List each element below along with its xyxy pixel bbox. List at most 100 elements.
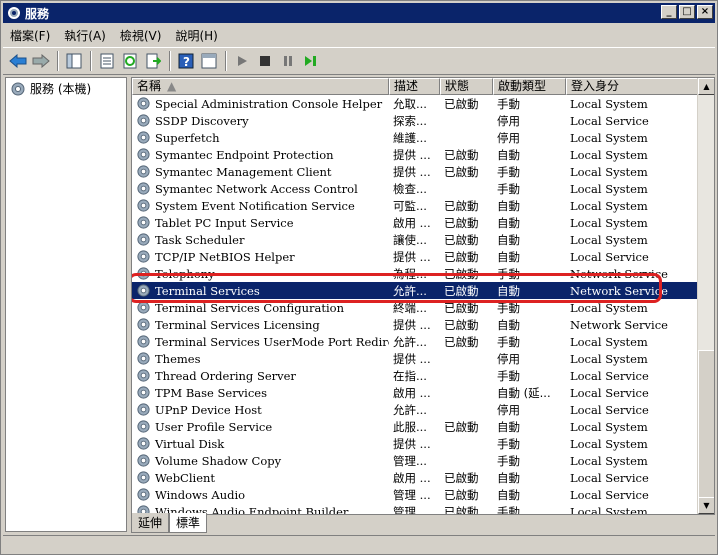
- scroll-up-button[interactable]: ▲: [698, 78, 714, 95]
- service-description: 啟用 ...: [393, 215, 431, 230]
- service-startup-type: 自動: [497, 249, 520, 264]
- start-icon: [238, 56, 247, 66]
- service-description: 提供 ...: [393, 436, 431, 451]
- service-row[interactable]: TPM Base Services 啟用 ... 自動 (延... Local Ser…: [132, 384, 698, 401]
- service-startup-type: 自動: [497, 232, 520, 247]
- properties-button[interactable]: [96, 50, 118, 72]
- service-row[interactable]: Symantec Network Access Control 檢查... 手動 Lo…: [132, 180, 698, 197]
- restart-button[interactable]: [300, 50, 322, 72]
- pause-button[interactable]: [277, 50, 299, 72]
- minimize-button[interactable]: _: [661, 5, 677, 19]
- help-button[interactable]: ?: [175, 50, 197, 72]
- close-button[interactable]: ×: [697, 5, 713, 19]
- service-row[interactable]: WebClient 啟用 ... 已啟動 自動 Local Service: [132, 469, 698, 486]
- service-row[interactable]: Tablet PC Input Service 啟用 ... 已啟動 自動 Local …: [132, 214, 698, 231]
- service-name-cell: Thread Ordering Server: [132, 368, 389, 383]
- service-row[interactable]: Symantec Management Client 提供 ... 已啟動 手動 Loc…: [132, 163, 698, 180]
- service-row[interactable]: Terminal Services 允許... 已啟動 自動 Network Servi…: [132, 282, 698, 299]
- service-gear-icon: [137, 114, 150, 127]
- service-row[interactable]: Windows Audio 管理 ... 已啟動 自動 Local Service: [132, 486, 698, 503]
- service-row[interactable]: SSDP Discovery 探索... 停用 Local Service: [132, 112, 698, 129]
- service-gear-icon: [137, 284, 150, 297]
- service-row[interactable]: Superfetch 維護... 停用 Local System: [132, 129, 698, 146]
- show-hide-tree-button[interactable]: [63, 50, 85, 72]
- service-row[interactable]: Terminal Services UserMode Port Redirect…: [132, 333, 698, 350]
- service-row[interactable]: Symantec Endpoint Protection 提供 ... 已啟動 自動 L…: [132, 146, 698, 163]
- service-gear-icon: [137, 420, 150, 433]
- services-gear-icon: [8, 7, 20, 19]
- column-header-description[interactable]: 描述: [389, 78, 440, 95]
- service-row[interactable]: User Profile Service 此服... 已啟動 自動 Local Syst…: [132, 418, 698, 435]
- service-log-on-as: Local System: [570, 198, 648, 213]
- service-row[interactable]: Themes 提供 ... 停用 Local System: [132, 350, 698, 367]
- service-startup-type: 停用: [497, 130, 520, 145]
- maximize-button[interactable]: □: [679, 5, 695, 19]
- column-header-log-on-as[interactable]: 登入身分: [566, 78, 698, 95]
- stop-button[interactable]: [254, 50, 276, 72]
- service-gear-icon: [137, 352, 150, 365]
- services-list: 名稱 ▲ 描述 狀態 啟動類型 登入身分 Special Administrati…: [131, 77, 715, 515]
- toolbar-separator: [169, 51, 171, 71]
- service-name-cell: TCP/IP NetBIOS Helper: [132, 249, 389, 264]
- service-log-on-as: Local System: [570, 215, 648, 230]
- service-name: System Event Notification Service: [155, 198, 355, 213]
- service-name: Windows Audio: [155, 487, 246, 502]
- service-row[interactable]: System Event Notification Service 可監... 已啟…: [132, 197, 698, 214]
- service-row[interactable]: Volume Shadow Copy 管理... 手動 Local System: [132, 452, 698, 469]
- title-bar[interactable]: 服務 _ □ ×: [3, 3, 715, 23]
- vertical-scrollbar[interactable]: ▲ ▼: [697, 78, 714, 514]
- menu-file[interactable]: 檔案(F): [3, 27, 57, 44]
- service-name: User Profile Service: [155, 419, 273, 434]
- service-status: 已啟動: [444, 504, 479, 515]
- service-status: 已啟動: [444, 317, 479, 332]
- service-row[interactable]: Terminal Services Configuration 終端... 已啟動 手…: [132, 299, 698, 316]
- service-row[interactable]: Virtual Disk 提供 ... 手動 Local System: [132, 435, 698, 452]
- menu-view[interactable]: 檢視(V): [113, 27, 169, 44]
- forward-button[interactable]: [30, 50, 52, 72]
- refresh-icon: [123, 53, 137, 69]
- service-log-on-as: Local System: [570, 96, 648, 111]
- start-button[interactable]: [231, 50, 253, 72]
- service-log-on-as: Local System: [570, 334, 648, 349]
- service-log-on-as: Local Service: [570, 385, 649, 400]
- service-startup-type: 手動: [497, 368, 520, 383]
- column-header-startup-type[interactable]: 啟動類型: [493, 78, 566, 95]
- view-button[interactable]: [198, 50, 220, 72]
- properties-icon: [100, 53, 114, 69]
- service-row[interactable]: TCP/IP NetBIOS Helper 提供 ... 已啟動 自動 Local Se…: [132, 248, 698, 265]
- scroll-down-button[interactable]: ▼: [698, 497, 714, 514]
- services-rows: Special Administration Console Helper 允取.…: [132, 95, 698, 515]
- service-name-cell: SSDP Discovery: [132, 113, 389, 128]
- service-name: Virtual Disk: [155, 436, 225, 451]
- scroll-thumb[interactable]: [698, 350, 714, 498]
- service-row[interactable]: Terminal Services Licensing 提供 ... 已啟動 自動 Ne…: [132, 316, 698, 333]
- service-row[interactable]: UPnP Device Host 允許... 停用 Local Service: [132, 401, 698, 418]
- export-button[interactable]: [142, 50, 164, 72]
- service-status: 已啟動: [444, 300, 479, 315]
- service-row[interactable]: Telephony 為程... 已啟動 手動 Network Service: [132, 265, 698, 282]
- service-name: Symantec Management Client: [155, 164, 332, 179]
- service-name: Task Scheduler: [155, 232, 245, 247]
- service-description: 在指...: [393, 368, 427, 383]
- service-name: Superfetch: [155, 130, 220, 145]
- menu-help[interactable]: 說明(H): [168, 27, 224, 44]
- tree-item-services-local[interactable]: 服務 (本機): [6, 78, 126, 99]
- back-button[interactable]: [7, 50, 29, 72]
- service-row[interactable]: Thread Ordering Server 在指... 手動 Local Servi…: [132, 367, 698, 384]
- service-startup-type: 停用: [497, 351, 520, 366]
- service-name-cell: Superfetch: [132, 130, 389, 145]
- service-row[interactable]: Windows Audio Endpoint Builder 管理 ... 已啟動手…: [132, 503, 698, 515]
- service-row[interactable]: Task Scheduler 讓使... 已啟動 自動 Local System: [132, 231, 698, 248]
- column-header-name[interactable]: 名稱 ▲: [132, 78, 389, 95]
- service-name-cell: Virtual Disk: [132, 436, 389, 451]
- service-gear-icon: [137, 301, 150, 314]
- tab-standard[interactable]: 標準: [169, 513, 208, 533]
- tab-extended[interactable]: 延伸: [131, 513, 170, 533]
- menu-action[interactable]: 執行(A): [57, 27, 113, 44]
- service-startup-type: 手動: [497, 266, 520, 281]
- column-header-status[interactable]: 狀態: [440, 78, 493, 95]
- refresh-button[interactable]: [119, 50, 141, 72]
- service-name-cell: Terminal Services Configuration: [132, 300, 389, 315]
- column-header-row: 名稱 ▲ 描述 狀態 啟動類型 登入身分: [132, 78, 698, 95]
- service-row[interactable]: Special Administration Console Helper 允取.…: [132, 95, 698, 112]
